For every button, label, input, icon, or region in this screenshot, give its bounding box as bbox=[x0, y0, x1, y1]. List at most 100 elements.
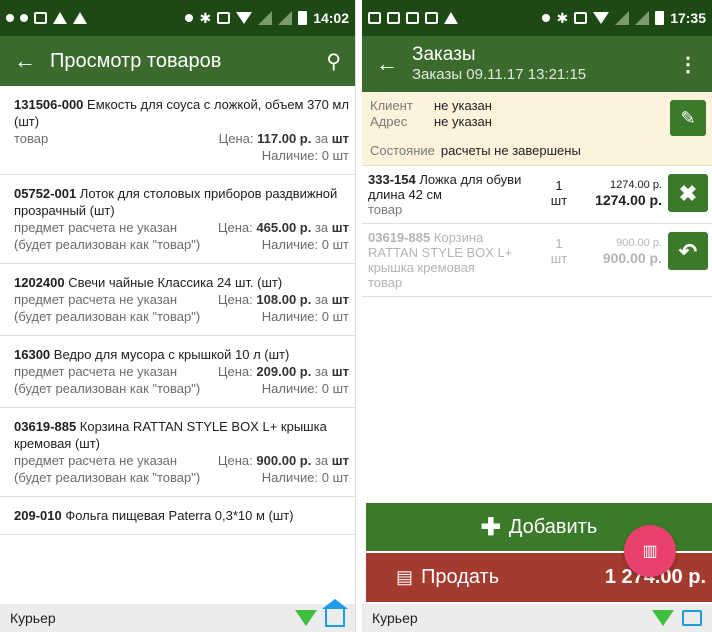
order-item-title: 03619-885 Корзина RATTAN STYLE BOX L+ кр… bbox=[368, 230, 536, 275]
per-label: за bbox=[314, 453, 329, 468]
product-type: предмет расчета не указан (будет реализо… bbox=[14, 364, 201, 396]
stock-value: 0 шт bbox=[321, 309, 349, 324]
order-item[interactable]: 333-154 Ложка для обуви длина 42 см товар… bbox=[362, 166, 712, 224]
qty-unit: шт bbox=[550, 193, 568, 208]
location-icon bbox=[185, 14, 194, 22]
product-type: предмет расчета не указан (будет реализо… bbox=[14, 220, 201, 252]
signal-icon bbox=[258, 11, 273, 25]
wifi-icon bbox=[236, 12, 253, 24]
product-price: 465.00 р. bbox=[256, 220, 312, 235]
product-code: 16300 bbox=[14, 347, 51, 362]
stock-prefix: Наличие: bbox=[261, 470, 319, 485]
product-title: 03619-885 Корзина RATTAN STYLE BOX L+ кр… bbox=[14, 418, 349, 452]
product-meta: предмет расчета не указан (будет реализо… bbox=[14, 452, 349, 486]
more-menu-icon[interactable]: ⋮ bbox=[678, 52, 698, 77]
product-stock: Наличие: 0 шт bbox=[218, 236, 349, 253]
wifi-icon bbox=[295, 610, 317, 626]
back-arrow-icon[interactable]: ← bbox=[376, 51, 412, 77]
product-stock: Наличие: 0 шт bbox=[218, 469, 349, 486]
signal-icon bbox=[278, 11, 293, 25]
order-screen: ✱ 17:35 ← Заказы Заказы 09.11.17 13:21:1… bbox=[362, 0, 712, 632]
product-price: 117.00 р. bbox=[257, 131, 312, 146]
bluetooth-icon: ✱ bbox=[556, 9, 569, 26]
flag-icon bbox=[73, 12, 87, 24]
search-icon[interactable]: ⚲ bbox=[326, 49, 341, 74]
order-item-qty: 1 шт bbox=[536, 230, 582, 290]
signal-icon bbox=[615, 11, 630, 25]
stock-prefix: Наличие: bbox=[261, 148, 319, 163]
order-items: 333-154 Ложка для обуви длина 42 см товар… bbox=[362, 166, 712, 297]
mail-icon bbox=[425, 12, 438, 24]
undo-icon: ↶ bbox=[678, 238, 698, 264]
product-price: 209.00 р. bbox=[256, 364, 312, 379]
order-item-code: 333-154 bbox=[368, 172, 416, 187]
product-code: 03619-885 bbox=[14, 419, 77, 434]
receipt-icon: ▤ bbox=[396, 567, 414, 587]
sell-button-label: Продать bbox=[421, 566, 500, 588]
order-item[interactable]: 03619-885 Корзина RATTAN STYLE BOX L+ кр… bbox=[362, 224, 712, 297]
footer-bar: Курьер bbox=[362, 604, 712, 632]
product-unit: шт bbox=[331, 364, 349, 379]
order-item-qty: 1 шт bbox=[536, 172, 582, 217]
address-label: Адрес bbox=[370, 114, 408, 129]
product-type: товар bbox=[14, 131, 49, 146]
close-icon: ✖ bbox=[678, 180, 698, 206]
product-code: 131506-000 bbox=[14, 97, 84, 112]
home-icon[interactable] bbox=[322, 599, 348, 627]
barcode-icon: ▥ bbox=[642, 543, 658, 560]
product-item[interactable]: 1202400 Свечи чайные Классика 24 шт. (шт… bbox=[0, 264, 355, 336]
price-prefix: Цена: bbox=[217, 364, 253, 379]
stock-prefix: Наличие: bbox=[261, 381, 319, 396]
price-prefix: Цена: bbox=[218, 131, 254, 146]
product-stock: Наличие: 0 шт bbox=[219, 147, 349, 164]
order-item-info: 333-154 Ложка для обуви длина 42 см товар bbox=[368, 172, 536, 217]
product-meta: предмет расчета не указан (будет реализо… bbox=[14, 363, 349, 397]
address-value: не указан bbox=[434, 114, 492, 129]
page-subtitle: Заказы 09.11.17 13:21:15 bbox=[412, 66, 587, 83]
battery-icon bbox=[655, 11, 665, 25]
product-price-line: Цена: 900.00 р. за шт Наличие: 0 шт bbox=[218, 452, 349, 486]
product-list[interactable]: 131506-000 Емкость для соуса с ложкой, о… bbox=[0, 86, 355, 604]
product-name: Свечи чайные Классика 24 шт. (шт) bbox=[68, 275, 283, 290]
app-icon bbox=[387, 12, 400, 24]
product-name: Ведро для мусора с крышкой 10 л (шт) bbox=[53, 347, 290, 362]
wifi-icon bbox=[593, 12, 610, 24]
product-item[interactable]: 131506-000 Емкость для соуса с ложкой, о… bbox=[0, 86, 355, 175]
vibrate-icon bbox=[574, 12, 588, 24]
stock-value: 0 шт bbox=[321, 148, 349, 163]
product-price-line: Цена: 108.00 р. за шт Наличие: 0 шт bbox=[218, 291, 349, 325]
state-value: расчеты не завершены bbox=[440, 143, 581, 158]
product-type: предмет расчета не указан (будет реализо… bbox=[14, 453, 201, 485]
barcode-scan-button[interactable]: ▥ bbox=[624, 525, 676, 577]
status-bar: ✱ 17:35 bbox=[362, 0, 712, 36]
product-stock: Наличие: 0 шт bbox=[218, 308, 349, 325]
product-unit: шт bbox=[331, 131, 349, 146]
per-label: за bbox=[314, 131, 329, 146]
add-button-label: Добавить bbox=[508, 515, 598, 538]
order-item-type: товар bbox=[368, 202, 403, 217]
back-arrow-icon[interactable]: ← bbox=[14, 48, 50, 74]
stock-prefix: Наличие: bbox=[261, 237, 319, 252]
product-item[interactable]: 16300 Ведро для мусора с крышкой 10 л (ш… bbox=[0, 336, 355, 408]
unit-price: 900.00 р. bbox=[616, 237, 662, 249]
product-item[interactable]: 03619-885 Корзина RATTAN STYLE BOX L+ кр… bbox=[0, 408, 355, 497]
restore-item-button[interactable]: ↶ bbox=[668, 232, 708, 270]
stock-value: 0 шт bbox=[321, 381, 349, 396]
product-item[interactable]: 209-010 Фольга пищевая Paterra 0,3*10 м … bbox=[0, 497, 355, 535]
warning-icon bbox=[53, 12, 67, 24]
remove-item-button[interactable]: ✖ bbox=[668, 174, 708, 212]
product-title: 1202400 Свечи чайные Классика 24 шт. (шт… bbox=[14, 274, 349, 291]
edit-client-button[interactable]: ✎ bbox=[670, 100, 706, 136]
page-title: Просмотр товаров bbox=[50, 49, 222, 72]
product-name: Фольга пищевая Paterra 0,3*10 м (шт) bbox=[65, 508, 294, 523]
warning-icon bbox=[444, 12, 458, 24]
stock-value: 0 шт bbox=[321, 237, 349, 252]
monitor-icon[interactable] bbox=[682, 610, 702, 626]
pencil-icon: ✎ bbox=[680, 108, 696, 128]
price-prefix: Цена: bbox=[217, 220, 253, 235]
product-title: 16300 Ведро для мусора с крышкой 10 л (ш… bbox=[14, 346, 349, 363]
plus-icon: ✚ bbox=[480, 513, 501, 541]
order-item-code: 03619-885 bbox=[368, 230, 431, 245]
product-item[interactable]: 05752-001 Лоток для столовых приборов ра… bbox=[0, 175, 355, 264]
price-prefix: Цена: bbox=[217, 292, 253, 307]
